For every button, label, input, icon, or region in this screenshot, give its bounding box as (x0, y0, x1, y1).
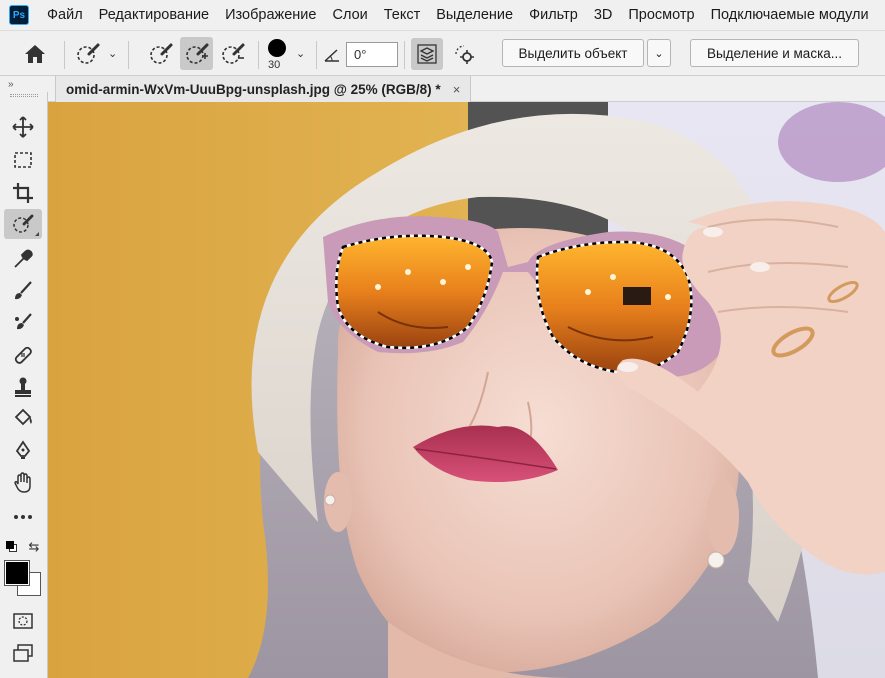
bandage-icon (14, 346, 32, 364)
add-selection-icon (185, 43, 208, 64)
healing-tool[interactable] (4, 340, 42, 370)
menu-filter[interactable]: Фильтр (521, 0, 586, 30)
sample-all-layers-toggle[interactable] (411, 38, 443, 70)
menu-bar: Ps Файл Редактирование Изображение Слои … (0, 0, 885, 30)
pen-tool[interactable] (4, 436, 42, 466)
more-tools-button[interactable] (4, 502, 42, 532)
select-subject-dropdown[interactable]: ⌄ (647, 39, 671, 67)
move-icon (12, 116, 34, 138)
brush-tip-icon (268, 39, 286, 57)
options-bar: ⌄ 30 ⌄ 0° Выделить объект ⌄ Выделение и … (0, 30, 885, 76)
chevron-down-icon: ⌄ (654, 47, 664, 60)
brush-tool[interactable] (4, 276, 42, 306)
mixer-brush-tool[interactable] (4, 308, 42, 338)
add-to-selection-button[interactable] (180, 37, 213, 70)
collapse-panel-icon[interactable]: » (8, 79, 13, 90)
pen-icon (15, 440, 31, 459)
quick-mask-button[interactable] (4, 606, 42, 636)
eyedropper-icon (14, 249, 33, 268)
screen-mode-icon (13, 644, 33, 662)
eyedropper-tool[interactable] (4, 244, 42, 274)
tools-panel: ⇆ (0, 92, 48, 678)
document-title: omid-armin-WxVm-UuuBpg-unsplash.jpg @ 25… (66, 81, 441, 97)
marquee-tool[interactable] (4, 145, 42, 175)
hand-icon (14, 472, 31, 493)
home-button[interactable] (18, 39, 52, 69)
more-icon (14, 515, 32, 519)
chevron-down-icon[interactable]: ⌄ (108, 47, 117, 60)
screen-mode-button[interactable] (4, 638, 42, 668)
crop-tool[interactable] (4, 178, 42, 208)
stamp-icon (15, 377, 31, 397)
menu-layers[interactable]: Слои (324, 0, 375, 30)
document-tab-bar: » omid-armin-WxVm-UuuBpg-unsplash.jpg @ … (0, 76, 885, 102)
subtract-selection-icon (222, 43, 245, 64)
move-tool[interactable] (4, 112, 42, 142)
close-icon[interactable]: × (453, 82, 461, 97)
menu-edit[interactable]: Редактирование (91, 0, 217, 30)
paint-bucket-tool[interactable] (4, 404, 42, 434)
crop-icon (13, 183, 33, 203)
new-selection-icon (150, 43, 173, 64)
menu-plugins[interactable]: Подключаемые модули (703, 0, 877, 30)
home-icon (25, 45, 45, 63)
select-subject-button[interactable]: Выделить объект (502, 39, 644, 67)
foreground-color-swatch[interactable] (4, 560, 30, 586)
mixer-brush-icon (15, 313, 32, 330)
angle-input[interactable]: 0° (346, 42, 398, 67)
document-tab[interactable]: omid-armin-WxVm-UuuBpg-unsplash.jpg @ 25… (55, 76, 472, 102)
brush-size-value: 30 (268, 59, 281, 71)
brush-icon (15, 281, 32, 300)
swap-colors-icon[interactable]: ⇆ (26, 539, 42, 555)
quick-selection-icon (13, 214, 34, 233)
subtract-from-selection-button[interactable] (218, 39, 248, 69)
document-canvas[interactable] (48, 102, 885, 678)
hand-tool[interactable] (4, 468, 42, 498)
photoshop-logo[interactable]: Ps (9, 5, 29, 25)
paint-bucket-icon (14, 408, 32, 426)
photo-woman-sunglasses (48, 102, 885, 678)
menu-image[interactable]: Изображение (217, 0, 324, 30)
stamp-tool[interactable] (4, 372, 42, 402)
menu-file[interactable]: Файл (39, 0, 91, 30)
quick-mask-icon (13, 613, 33, 629)
angle-icon (322, 45, 342, 65)
quick-selection-tool[interactable] (4, 209, 42, 239)
brush-preset-picker[interactable] (266, 37, 288, 59)
quick-selection-icon (77, 43, 100, 64)
select-and-mask-button[interactable]: Выделение и маска... (690, 39, 859, 67)
menu-view[interactable]: Просмотр (620, 0, 702, 30)
enhance-edge-icon (455, 45, 474, 64)
auto-enhance-toggle[interactable] (449, 39, 479, 69)
tool-preset-picker[interactable] (72, 39, 104, 69)
new-selection-button[interactable] (146, 39, 176, 69)
panel-grip[interactable] (10, 94, 38, 97)
menu-select[interactable]: Выделение (428, 0, 521, 30)
menu-type[interactable]: Текст (376, 0, 429, 30)
layers-icon (417, 44, 437, 64)
menu-3d[interactable]: 3D (586, 0, 621, 30)
rectangle-marquee-icon (14, 152, 32, 168)
chevron-down-icon[interactable]: ⌄ (296, 47, 305, 60)
default-colors-icon[interactable] (5, 540, 19, 554)
